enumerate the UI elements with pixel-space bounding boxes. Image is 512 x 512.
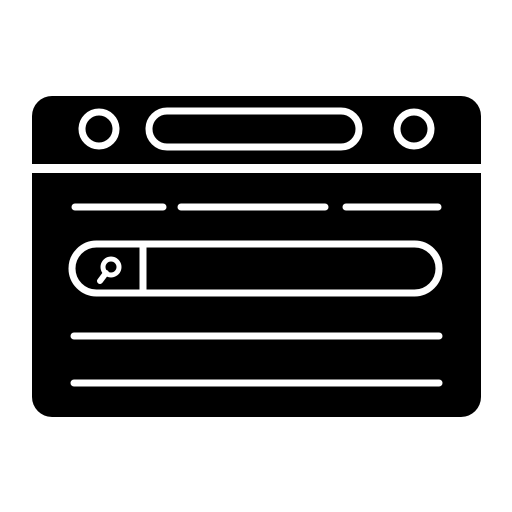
icon-canvas — [0, 0, 512, 512]
web-search-browser-window-icon — [32, 96, 481, 417]
titlebar-divider — [32, 164, 481, 173]
